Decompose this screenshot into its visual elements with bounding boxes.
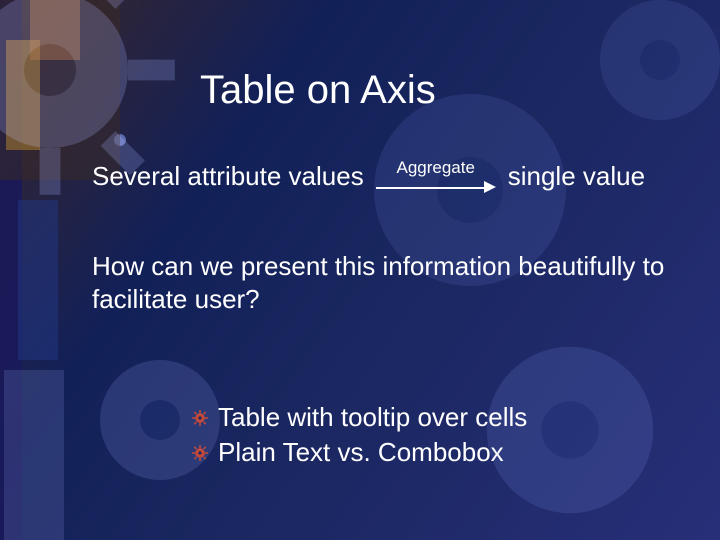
question-text: How can we present this information beau… (92, 250, 680, 315)
slide-title: Table on Axis (200, 68, 436, 113)
list-item: Table with tooltip over cells (192, 402, 527, 433)
aggregate-row: Several attribute values Aggregate singl… (92, 158, 645, 194)
slide: Table on Axis Several attribute values A… (0, 0, 720, 540)
bullet-list: Table with tooltip over cells Plain Text… (152, 398, 527, 472)
slide-content: Table on Axis Several attribute values A… (0, 0, 720, 540)
list-item-label: Table with tooltip over cells (218, 402, 527, 433)
gear-bullet-icon (192, 410, 208, 426)
list-item-label: Plain Text vs. Combobox (218, 437, 504, 468)
aggregate-right-text: single value (508, 161, 645, 192)
aggregate-left-text: Several attribute values (92, 161, 364, 192)
gear-bullet-icon (192, 445, 208, 461)
aggregate-label: Aggregate (396, 158, 474, 178)
aggregate-arrow-group: Aggregate (376, 158, 496, 194)
arrow-right-icon (376, 180, 496, 194)
list-item: Plain Text vs. Combobox (192, 437, 527, 468)
